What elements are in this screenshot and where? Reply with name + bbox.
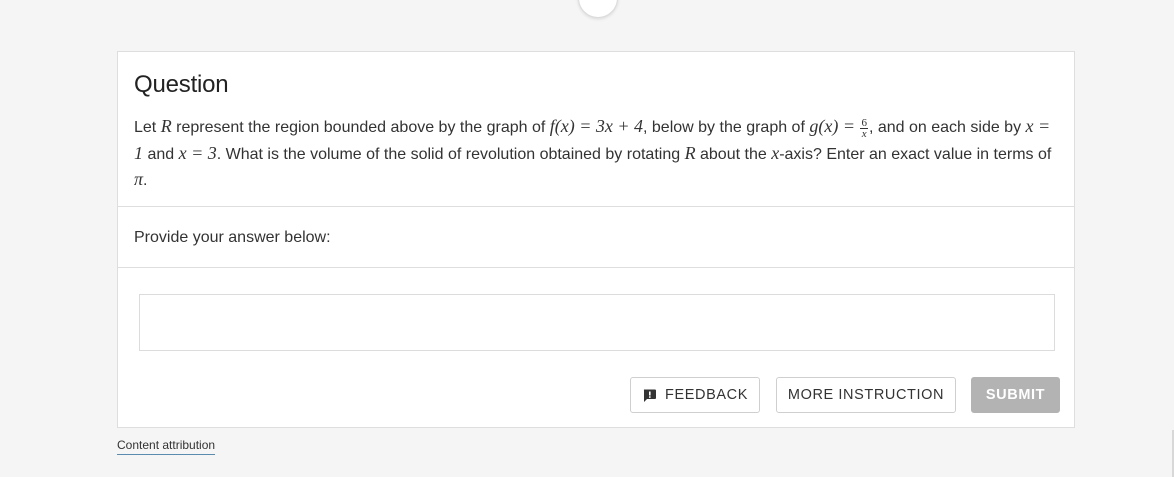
math-pi: π [134,169,144,189]
content-attribution-link[interactable]: Content attribution [117,438,216,455]
question-heading: Question [134,71,229,98]
more-instruction-label: MORE INSTRUCTION [787,387,945,403]
math-fraction: 6x [860,118,868,140]
question-text-part: , below by the graph of [643,119,810,136]
math-f-expression: f(x) = 3x + 4 [549,116,644,136]
question-section: Question Let R represent the region boun… [118,52,1074,207]
question-card: Question Let R represent the region boun… [117,51,1075,428]
scroll-handle[interactable] [578,0,618,18]
feedback-button[interactable]: FEEDBACK [630,377,760,413]
fraction-denominator: x [861,128,867,140]
question-text-part: represent the region bounded above by th… [171,119,550,136]
question-text-part: about the [695,145,772,163]
question-text-part: -axis? Enter an exact value in terms of [779,145,1052,163]
math-region-R: R [160,116,172,136]
feedback-label: FEEDBACK [665,387,748,403]
answer-prompt: Provide your answer below: [134,229,331,246]
more-instruction-button[interactable]: MORE INSTRUCTION [776,377,956,413]
question-text-part: . What is the volume of the solid of rev… [216,145,685,163]
math-region-R: R [684,142,696,163]
math-x-equals-3: x = 3 [178,142,217,163]
math-g-lhs: g(x) = [809,116,860,136]
question-text-part: . [143,172,148,189]
question-text-part: , and on each side by [868,119,1026,136]
math-x-variable: x [771,142,780,163]
question-text-part: and [143,145,179,163]
comment-alert-icon [642,388,657,403]
answer-input[interactable] [139,294,1055,351]
question-text-part: Let [134,119,161,136]
submit-label: SUBMIT [985,387,1046,403]
submit-button[interactable]: SUBMIT [971,377,1060,413]
question-text: Let R represent the region bounded above… [134,114,1054,194]
answer-prompt-section: Provide your answer below: [118,207,1074,268]
